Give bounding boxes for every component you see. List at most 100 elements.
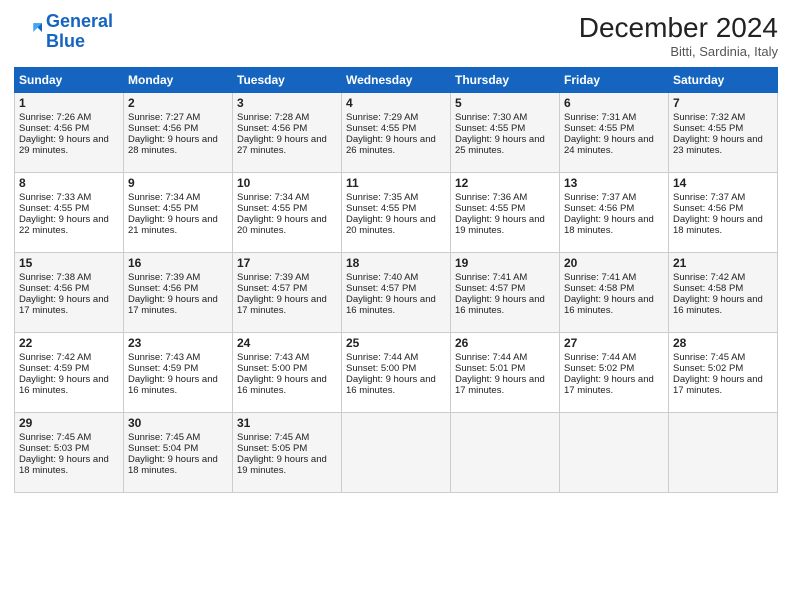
logo-line1: General bbox=[46, 11, 113, 31]
col-header-wednesday: Wednesday bbox=[342, 68, 451, 93]
sunrise-label: Sunrise: 7:40 AM bbox=[346, 272, 418, 283]
daylight-label: Daylight: 9 hours and 20 minutes. bbox=[346, 214, 436, 236]
sunrise-label: Sunrise: 7:41 AM bbox=[455, 272, 527, 283]
logo-line2: Blue bbox=[46, 31, 85, 51]
cell-3-5: 19Sunrise: 7:41 AMSunset: 4:57 PMDayligh… bbox=[451, 253, 560, 333]
logo-text: General Blue bbox=[46, 12, 113, 52]
month-title: December 2024 bbox=[579, 12, 778, 44]
cell-4-3: 24Sunrise: 7:43 AMSunset: 5:00 PMDayligh… bbox=[233, 333, 342, 413]
sunrise-label: Sunrise: 7:45 AM bbox=[237, 432, 309, 443]
cell-5-2: 30Sunrise: 7:45 AMSunset: 5:04 PMDayligh… bbox=[124, 413, 233, 493]
daylight-label: Daylight: 9 hours and 18 minutes. bbox=[673, 214, 763, 236]
col-header-tuesday: Tuesday bbox=[233, 68, 342, 93]
week-row-4: 22Sunrise: 7:42 AMSunset: 4:59 PMDayligh… bbox=[15, 333, 778, 413]
sunset-label: Sunset: 4:57 PM bbox=[455, 283, 525, 294]
daylight-label: Daylight: 9 hours and 17 minutes. bbox=[673, 374, 763, 396]
sunset-label: Sunset: 4:56 PM bbox=[673, 203, 743, 214]
sunset-label: Sunset: 5:00 PM bbox=[237, 363, 307, 374]
daylight-label: Daylight: 9 hours and 24 minutes. bbox=[564, 134, 654, 156]
col-header-saturday: Saturday bbox=[669, 68, 778, 93]
sunset-label: Sunset: 4:59 PM bbox=[19, 363, 89, 374]
sunrise-label: Sunrise: 7:29 AM bbox=[346, 112, 418, 123]
sunrise-label: Sunrise: 7:39 AM bbox=[237, 272, 309, 283]
daylight-label: Daylight: 9 hours and 21 minutes. bbox=[128, 214, 218, 236]
sunset-label: Sunset: 4:55 PM bbox=[19, 203, 89, 214]
logo-icon bbox=[14, 18, 42, 46]
col-header-thursday: Thursday bbox=[451, 68, 560, 93]
daylight-label: Daylight: 9 hours and 19 minutes. bbox=[237, 454, 327, 476]
cell-1-5: 5Sunrise: 7:30 AMSunset: 4:55 PMDaylight… bbox=[451, 93, 560, 173]
sunset-label: Sunset: 4:55 PM bbox=[673, 123, 743, 134]
cell-3-6: 20Sunrise: 7:41 AMSunset: 4:58 PMDayligh… bbox=[560, 253, 669, 333]
day-number: 7 bbox=[673, 96, 773, 110]
cell-1-7: 7 Sunrise: 7:32 AMSunset: 4:55 PMDaylight… bbox=[669, 93, 778, 173]
daylight-label: Daylight: 9 hours and 18 minutes. bbox=[128, 454, 218, 476]
col-header-monday: Monday bbox=[124, 68, 233, 93]
day-number: 16 bbox=[128, 256, 228, 270]
sunset-label: Sunset: 4:58 PM bbox=[564, 283, 634, 294]
day-number: 20 bbox=[564, 256, 664, 270]
cell-2-3: 10Sunrise: 7:34 AMSunset: 4:55 PMDayligh… bbox=[233, 173, 342, 253]
day-number: 15 bbox=[19, 256, 119, 270]
day-number: 27 bbox=[564, 336, 664, 350]
day-number: 8 bbox=[19, 176, 119, 190]
location: Bitti, Sardinia, Italy bbox=[579, 44, 778, 59]
sunrise-label: Sunrise: 7:31 AM bbox=[564, 112, 636, 123]
sunrise-label: Sunrise: 7:45 AM bbox=[673, 352, 745, 363]
sunset-label: Sunset: 5:01 PM bbox=[455, 363, 525, 374]
sunrise-label: Sunrise: 7:33 AM bbox=[19, 192, 91, 203]
day-number: 30 bbox=[128, 416, 228, 430]
sunrise-label: Sunrise: 7:32 AM bbox=[673, 112, 745, 123]
cell-4-1: 22Sunrise: 7:42 AMSunset: 4:59 PMDayligh… bbox=[15, 333, 124, 413]
week-row-1: 1Sunrise: 7:26 AMSunset: 4:56 PMDaylight… bbox=[15, 93, 778, 173]
day-number: 12 bbox=[455, 176, 555, 190]
daylight-label: Daylight: 9 hours and 25 minutes. bbox=[455, 134, 545, 156]
sunset-label: Sunset: 4:55 PM bbox=[237, 203, 307, 214]
cell-4-4: 25Sunrise: 7:44 AMSunset: 5:00 PMDayligh… bbox=[342, 333, 451, 413]
cell-5-5 bbox=[451, 413, 560, 493]
daylight-label: Daylight: 9 hours and 16 minutes. bbox=[346, 294, 436, 316]
day-number: 25 bbox=[346, 336, 446, 350]
daylight-label: Daylight: 9 hours and 20 minutes. bbox=[237, 214, 327, 236]
sunrise-label: Sunrise: 7:45 AM bbox=[128, 432, 200, 443]
page: General Blue December 2024 Bitti, Sardin… bbox=[0, 0, 792, 612]
sunset-label: Sunset: 4:56 PM bbox=[19, 123, 89, 134]
daylight-label: Daylight: 9 hours and 16 minutes. bbox=[237, 374, 327, 396]
cell-5-6 bbox=[560, 413, 669, 493]
week-row-2: 8Sunrise: 7:33 AMSunset: 4:55 PMDaylight… bbox=[15, 173, 778, 253]
sunrise-label: Sunrise: 7:26 AM bbox=[19, 112, 91, 123]
sunrise-label: Sunrise: 7:44 AM bbox=[346, 352, 418, 363]
daylight-label: Daylight: 9 hours and 16 minutes. bbox=[673, 294, 763, 316]
daylight-label: Daylight: 9 hours and 19 minutes. bbox=[455, 214, 545, 236]
sunrise-label: Sunrise: 7:28 AM bbox=[237, 112, 309, 123]
cell-5-1: 29Sunrise: 7:45 AMSunset: 5:03 PMDayligh… bbox=[15, 413, 124, 493]
cell-2-4: 11Sunrise: 7:35 AMSunset: 4:55 PMDayligh… bbox=[342, 173, 451, 253]
sunrise-label: Sunrise: 7:43 AM bbox=[128, 352, 200, 363]
day-number: 23 bbox=[128, 336, 228, 350]
cell-1-1: 1Sunrise: 7:26 AMSunset: 4:56 PMDaylight… bbox=[15, 93, 124, 173]
cell-1-2: 2Sunrise: 7:27 AMSunset: 4:56 PMDaylight… bbox=[124, 93, 233, 173]
sunrise-label: Sunrise: 7:38 AM bbox=[19, 272, 91, 283]
cell-2-7: 14Sunrise: 7:37 AMSunset: 4:56 PMDayligh… bbox=[669, 173, 778, 253]
sunrise-label: Sunrise: 7:34 AM bbox=[128, 192, 200, 203]
header-row: SundayMondayTuesdayWednesdayThursdayFrid… bbox=[15, 68, 778, 93]
sunset-label: Sunset: 4:55 PM bbox=[346, 123, 416, 134]
col-header-sunday: Sunday bbox=[15, 68, 124, 93]
day-number: 21 bbox=[673, 256, 773, 270]
sunset-label: Sunset: 4:57 PM bbox=[237, 283, 307, 294]
cell-4-2: 23Sunrise: 7:43 AMSunset: 4:59 PMDayligh… bbox=[124, 333, 233, 413]
day-number: 28 bbox=[673, 336, 773, 350]
day-number: 22 bbox=[19, 336, 119, 350]
day-number: 2 bbox=[128, 96, 228, 110]
cell-2-1: 8Sunrise: 7:33 AMSunset: 4:55 PMDaylight… bbox=[15, 173, 124, 253]
sunset-label: Sunset: 4:57 PM bbox=[346, 283, 416, 294]
day-number: 18 bbox=[346, 256, 446, 270]
sunrise-label: Sunrise: 7:42 AM bbox=[673, 272, 745, 283]
sunset-label: Sunset: 5:02 PM bbox=[673, 363, 743, 374]
daylight-label: Daylight: 9 hours and 23 minutes. bbox=[673, 134, 763, 156]
day-number: 19 bbox=[455, 256, 555, 270]
sunrise-label: Sunrise: 7:39 AM bbox=[128, 272, 200, 283]
sunset-label: Sunset: 4:56 PM bbox=[237, 123, 307, 134]
day-number: 17 bbox=[237, 256, 337, 270]
sunset-label: Sunset: 4:55 PM bbox=[455, 123, 525, 134]
